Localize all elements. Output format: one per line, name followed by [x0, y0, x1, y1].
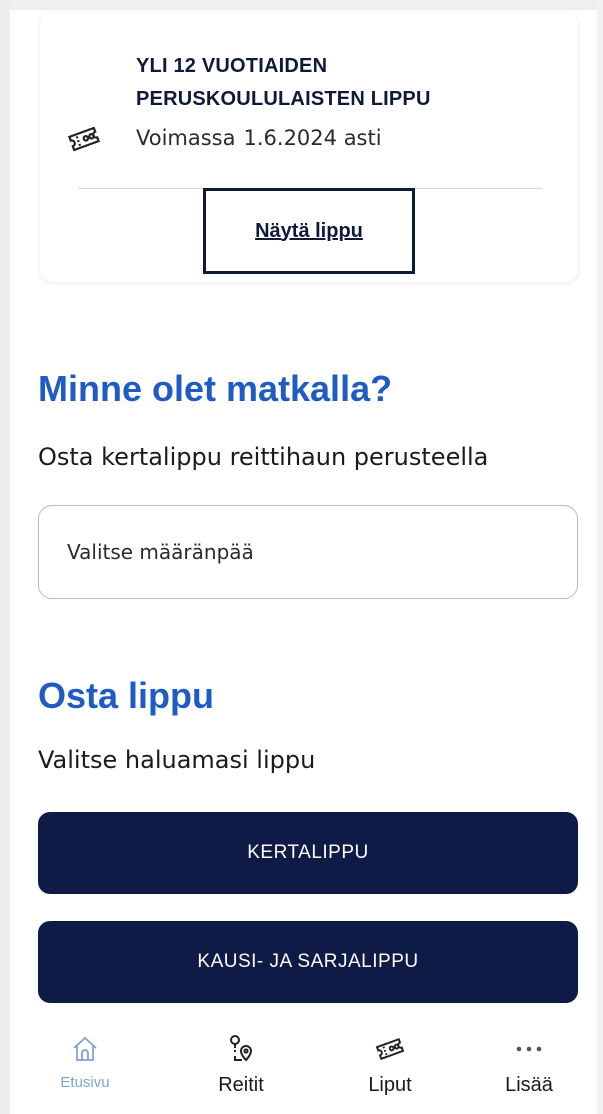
- tab-home-label: Etusivu: [60, 1074, 110, 1091]
- home-icon: [68, 1032, 102, 1066]
- bottom-tab-bar: Etusivu Reitit Liput Lisää: [10, 1022, 597, 1114]
- tab-tickets[interactable]: Liput: [330, 1032, 450, 1112]
- ticket-valid-date: 1.6.2024 asti: [243, 126, 382, 150]
- tab-home[interactable]: Etusivu: [25, 1032, 145, 1112]
- buy-ticket-heading: Osta lippu: [38, 675, 215, 716]
- frame-right: [597, 0, 603, 1114]
- ticket-title-line1: YLI 12 VUOTIAIDEN: [136, 55, 328, 77]
- single-ticket-label: KERTALIPPU: [247, 842, 369, 863]
- ticket-icon: [66, 124, 102, 154]
- destination-input[interactable]: Valitse määränpää: [38, 505, 578, 599]
- destination-heading: Minne olet matkalla?: [38, 368, 393, 409]
- ticket-title: YLI 12 VUOTIAIDEN PERUSKOULULAISTEN LIPP…: [136, 50, 516, 116]
- show-ticket-label: Näytä lippu: [255, 219, 363, 242]
- ticket-title-line2: PERUSKOULULAISTEN LIPPU: [136, 88, 431, 110]
- tab-routes[interactable]: Reitit: [181, 1032, 301, 1112]
- tab-tickets-label: Liput: [368, 1074, 412, 1096]
- ticket-icon: [373, 1032, 407, 1066]
- tab-routes-label: Reitit: [218, 1074, 264, 1096]
- frame-left: [0, 0, 10, 1114]
- single-ticket-button[interactable]: KERTALIPPU: [38, 812, 578, 894]
- destination-input-text: Valitse määränpää: [67, 540, 254, 564]
- season-ticket-label: KAUSI- JA SARJALIPPU: [197, 951, 419, 972]
- tab-more[interactable]: Lisää: [469, 1032, 589, 1112]
- buy-ticket-subtext: Valitse haluamasi lippu: [38, 746, 316, 774]
- tab-more-label: Lisää: [505, 1074, 553, 1096]
- more-icon: [512, 1032, 546, 1066]
- ticket-validity: Voimassa 1.6.2024 asti: [136, 126, 390, 150]
- route-icon: [224, 1032, 258, 1066]
- show-ticket-button[interactable]: Näytä lippu: [203, 188, 415, 274]
- frame-top: [0, 0, 603, 10]
- destination-subtext: Osta kertalippu reittihaun perusteella: [38, 443, 489, 471]
- ticket-valid-label: Voimassa: [136, 126, 236, 150]
- season-ticket-button[interactable]: KAUSI- JA SARJALIPPU: [38, 921, 578, 1003]
